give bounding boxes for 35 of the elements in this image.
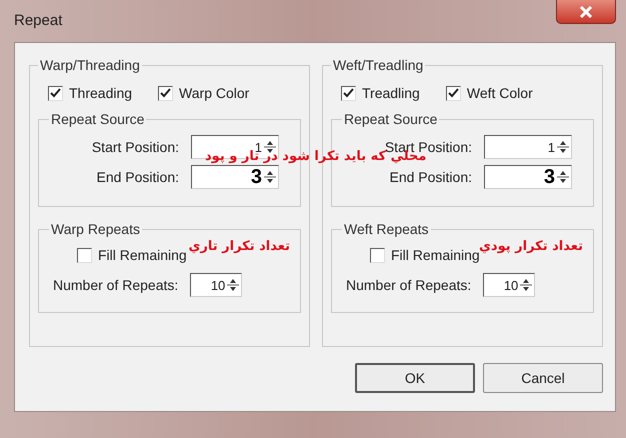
field-label: End Position:: [388, 169, 473, 185]
checkbox[interactable]: [48, 86, 63, 100]
checkbox[interactable]: [77, 248, 92, 262]
field-label: End Position:: [96, 169, 180, 185]
checkbox-label: Threading: [69, 85, 132, 101]
checkbox[interactable]: [370, 248, 385, 262]
spin-field[interactable]: 10: [190, 273, 242, 297]
spin-field[interactable]: 3: [484, 165, 572, 189]
group-title: Weft/Treadling: [332, 57, 424, 73]
group-title: Weft Repeats: [343, 221, 430, 237]
window-title: Repeat: [14, 12, 62, 29]
close-button[interactable]: [556, 0, 616, 24]
field-label: Number of Repeats:: [345, 277, 472, 293]
group-title: Repeat Source: [343, 111, 438, 127]
close-icon: [579, 6, 593, 18]
checkbox-label: Fill Remaining: [391, 247, 480, 263]
checkbox-label: Weft Color: [466, 85, 533, 101]
field-label: Number of Repeats:: [52, 277, 180, 293]
field-label: Start Position:: [90, 139, 180, 155]
checkbox-label: Fill Remaining: [98, 247, 187, 263]
checkbox[interactable]: [158, 86, 174, 100]
checkbox[interactable]: [341, 86, 356, 100]
group-title: Repeat Source: [50, 111, 146, 127]
checkbox-label: Warp Color: [179, 85, 250, 101]
annotation-text: تعداد تكرار تاري: [188, 239, 290, 254]
checkbox[interactable]: [446, 86, 461, 100]
group-title: Warp Repeats: [50, 221, 141, 237]
spin-field[interactable]: 1: [484, 135, 572, 159]
dialog-button[interactable]: Cancel: [483, 363, 603, 393]
spin-field[interactable]: 10: [483, 273, 536, 297]
group-title: Warp/Threading: [39, 57, 141, 73]
checkbox-label: Treadling: [362, 85, 420, 101]
spin-field[interactable]: 3: [191, 165, 279, 189]
dialog-button[interactable]: OK: [355, 363, 475, 393]
annotation-text: تعداد تكرار پودي: [479, 239, 583, 254]
